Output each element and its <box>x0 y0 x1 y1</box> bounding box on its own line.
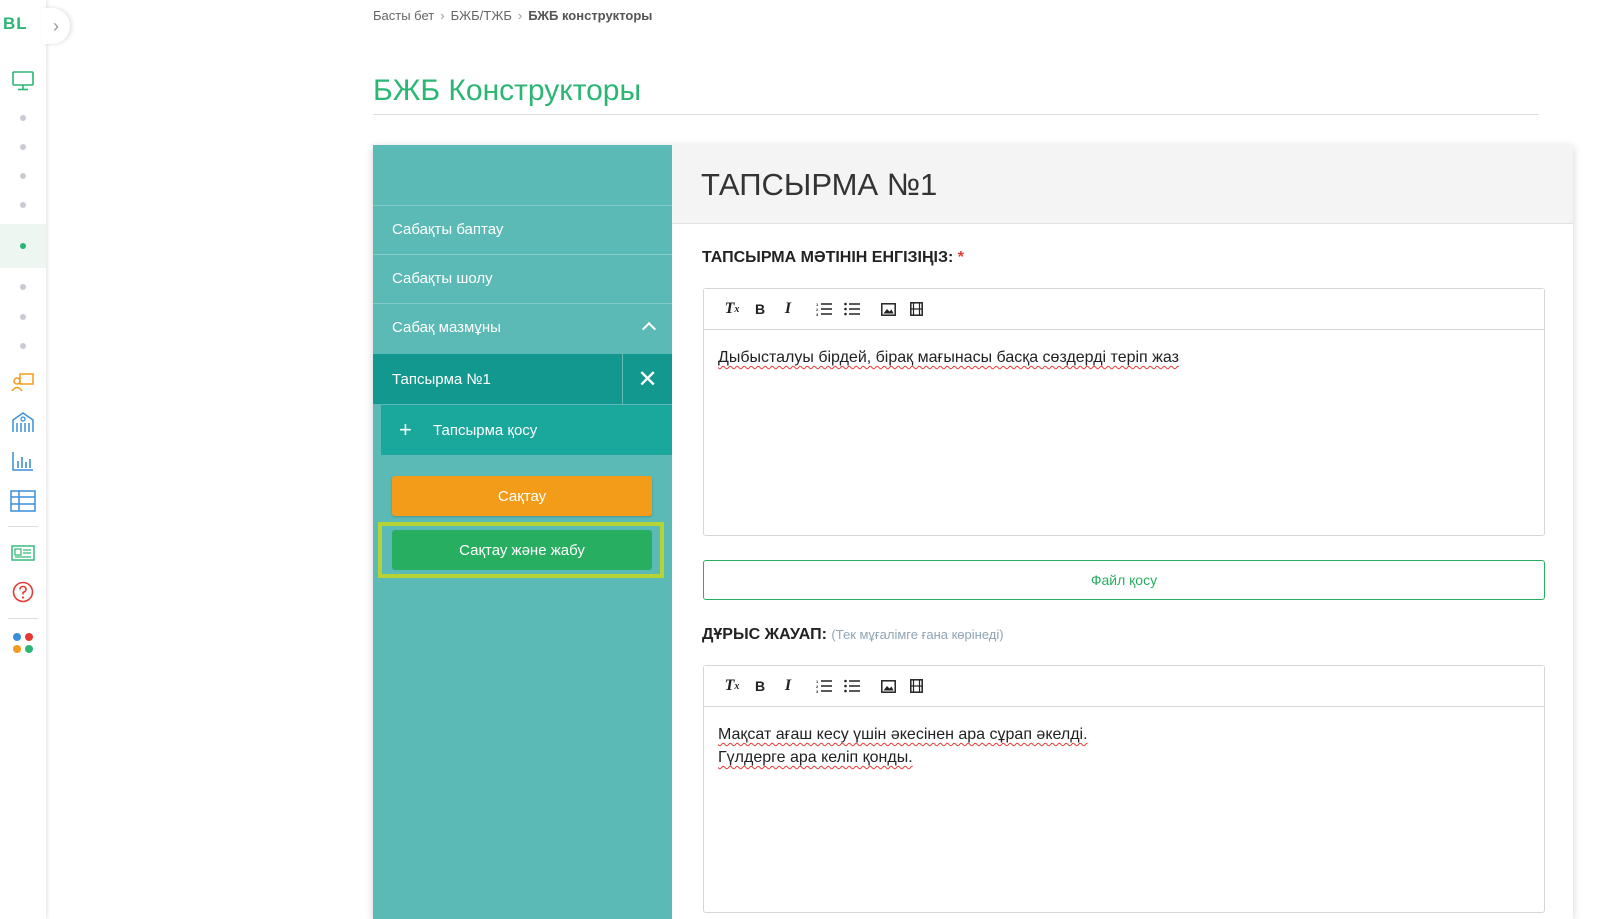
task-text-value: Дыбысталуы бірдей, бірақ мағынасы басқа … <box>718 349 1179 366</box>
rail-dot[interactable] <box>0 199 46 211</box>
save-button[interactable]: Сақтау <box>392 476 652 516</box>
task-text-content[interactable]: Дыбысталуы бірдей, бірақ мағынасы басқа … <box>704 330 1544 385</box>
rail-dot[interactable] <box>0 340 46 352</box>
rail-divider <box>8 618 38 619</box>
apps-icon[interactable] <box>0 630 46 656</box>
breadcrumb-separator-icon: › <box>440 8 445 23</box>
numbered-list-icon[interactable]: 123 <box>810 674 838 698</box>
answer-line: Мақсат ағаш кесу үшін әкесінен ара сұрап… <box>718 726 1088 743</box>
add-task-label: Тапсырма қосу <box>433 421 538 439</box>
editor-toolbar: Tx B I 123 <box>704 666 1544 707</box>
close-icon[interactable]: ✕ <box>622 354 672 404</box>
nav-lesson-content[interactable]: Сабақ мазмұны <box>373 303 672 351</box>
answer-editor[interactable]: Tx B I 123 Мақсат ағаш кесу үшін әкесіне… <box>703 665 1545 913</box>
title-divider <box>373 114 1539 115</box>
answer-label-text: ДҰРЫС ЖАУАП: <box>702 626 827 643</box>
chart-icon[interactable] <box>0 450 46 472</box>
rail-dot[interactable] <box>0 170 46 182</box>
task-title: ТАПСЫРМА №1 <box>701 167 938 202</box>
nav-lesson-settings[interactable]: Сабақты баптау <box>373 205 672 253</box>
table-icon[interactable] <box>0 490 46 512</box>
answer-line: Гүлдерге ара келіп қонды. <box>718 749 913 766</box>
answer-content[interactable]: Мақсат ағаш кесу үшін әкесінен ара сұрап… <box>704 707 1544 785</box>
breadcrumb-separator-icon: › <box>517 8 523 23</box>
task-text-editor[interactable]: Tx B I 123 Дыбысталуы бірдей, бірақ мағы… <box>703 288 1545 536</box>
italic-icon[interactable]: I <box>774 297 802 321</box>
italic-icon[interactable]: I <box>774 674 802 698</box>
bulleted-list-icon[interactable] <box>838 297 866 321</box>
chevron-up-icon <box>641 321 657 337</box>
required-mark: * <box>957 249 965 266</box>
breadcrumb-current: БЖБ конструкторы <box>528 8 653 23</box>
plus-icon: + <box>399 417 412 442</box>
school-icon[interactable] <box>0 410 46 434</box>
task-item-label: Тапсырма №1 <box>392 370 491 388</box>
rail-dot[interactable] <box>0 281 46 293</box>
bold-icon[interactable]: B <box>746 297 774 321</box>
rail-dot[interactable] <box>0 141 46 153</box>
bold-icon[interactable]: B <box>746 674 774 698</box>
constructor-card: Сабақты баптау Сабақты шолу Сабақ мазмұн… <box>373 145 1573 919</box>
news-icon[interactable] <box>0 544 46 562</box>
task-text-label: ТАПСЫРМА МӘТІНІН ЕНГІЗІҢІЗ: * <box>702 249 964 267</box>
teacher-icon[interactable] <box>0 370 46 394</box>
clear-format-icon[interactable]: Tx <box>718 674 746 698</box>
answer-label: ДҰРЫС ЖАУАП: (Тек мұғалімге ғана көрінед… <box>702 626 1004 644</box>
nav-label: Сабақты баптау <box>392 221 504 238</box>
help-icon[interactable] <box>0 580 46 604</box>
rail-dot-active[interactable] <box>0 240 46 252</box>
bulleted-list-icon[interactable] <box>838 674 866 698</box>
nav-lesson-review[interactable]: Сабақты шолу <box>373 254 672 302</box>
video-icon[interactable] <box>902 297 930 321</box>
rail-dot[interactable] <box>0 311 46 323</box>
svg-text:3: 3 <box>816 312 819 316</box>
left-rail: BL › <box>0 0 70 919</box>
lesson-sidebar: Сабақты баптау Сабақты шолу Сабақ мазмұн… <box>373 145 672 919</box>
expand-rail-button[interactable]: › <box>42 8 70 44</box>
numbered-list-icon[interactable]: 123 <box>810 297 838 321</box>
svg-text:3: 3 <box>816 689 819 693</box>
chevron-right-icon: › <box>53 15 59 36</box>
breadcrumb-section[interactable]: БЖБ/ТЖБ <box>451 8 512 23</box>
video-icon[interactable] <box>902 674 930 698</box>
page-title: БЖБ Конструкторы <box>373 74 642 107</box>
task-item-1[interactable]: Тапсырма №1 ✕ <box>373 354 672 404</box>
breadcrumb-home[interactable]: Басты бет <box>373 8 434 23</box>
add-task-button[interactable]: + Тапсырма қосу <box>381 405 672 455</box>
nav-label: Сабақты шолу <box>392 270 493 287</box>
editor-toolbar: Tx B I 123 <box>704 289 1544 330</box>
clear-format-icon[interactable]: Tx <box>718 297 746 321</box>
breadcrumb: Басты бет › БЖБ/ТЖБ › БЖБ конструкторы <box>373 8 652 23</box>
answer-note: (Тек мұғалімге ғана көрінеді) <box>831 627 1004 642</box>
image-icon[interactable] <box>874 674 902 698</box>
task-header: ТАПСЫРМА №1 <box>672 145 1573 224</box>
rail-dot[interactable] <box>0 112 46 124</box>
image-icon[interactable] <box>874 297 902 321</box>
monitor-icon[interactable] <box>0 68 46 94</box>
app-logo[interactable]: BL <box>3 14 28 34</box>
save-and-close-button[interactable]: Сақтау және жабу <box>392 530 652 570</box>
rail-divider <box>8 526 38 527</box>
add-file-button[interactable]: Файл қосу <box>703 560 1545 600</box>
task-text-label-text: ТАПСЫРМА МӘТІНІН ЕНГІЗІҢІЗ: <box>702 249 954 266</box>
nav-label: Сабақ мазмұны <box>392 319 501 336</box>
